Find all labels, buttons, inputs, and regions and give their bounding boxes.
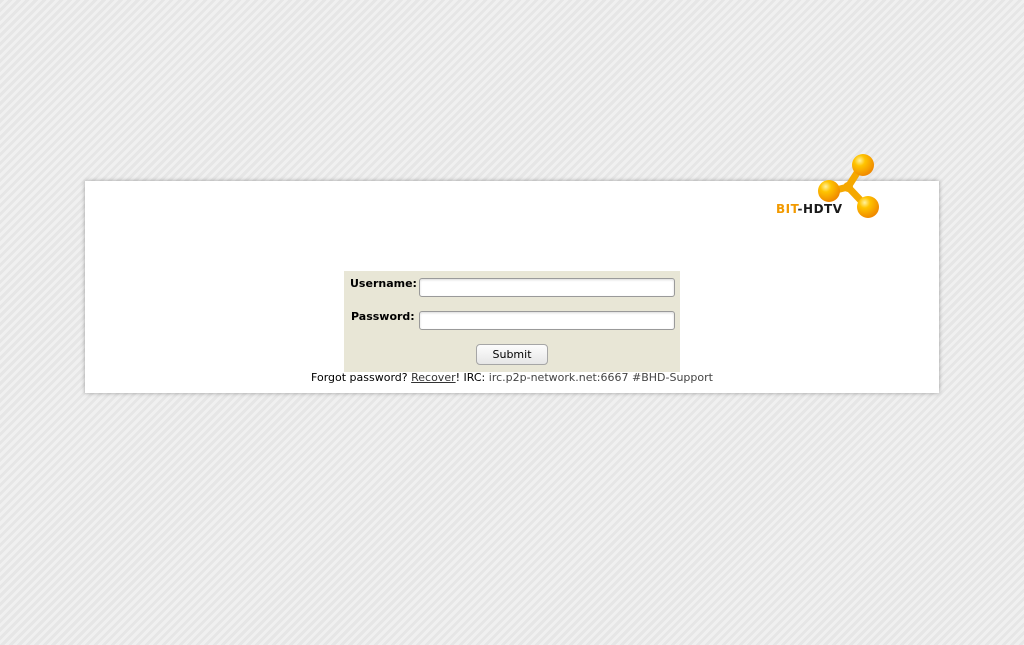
site-logo: BIT-HDTV (770, 150, 885, 225)
recover-link[interactable]: Recover (411, 371, 456, 384)
logo-wordmark: BIT-HDTV (776, 202, 843, 216)
submit-button[interactable]: Submit (476, 344, 548, 365)
password-label: Password: (351, 310, 415, 323)
username-input[interactable] (419, 278, 675, 297)
logo-hdtv-text: HDTV (803, 202, 843, 216)
username-label: Username: (350, 277, 417, 290)
irc-label: IRC: (463, 371, 486, 384)
password-input[interactable] (419, 311, 675, 330)
irc-address: irc.p2p-network.net:6667 #BHD-Support (488, 371, 713, 384)
exclamation-text: ! (455, 371, 461, 384)
logo-bit-text: BIT (776, 202, 798, 216)
forgot-password-text: Forgot password? (311, 371, 408, 384)
help-line: Forgot password? Recover! IRC: irc.p2p-n… (85, 371, 939, 384)
login-form: Username: Password: Submit (344, 271, 680, 372)
